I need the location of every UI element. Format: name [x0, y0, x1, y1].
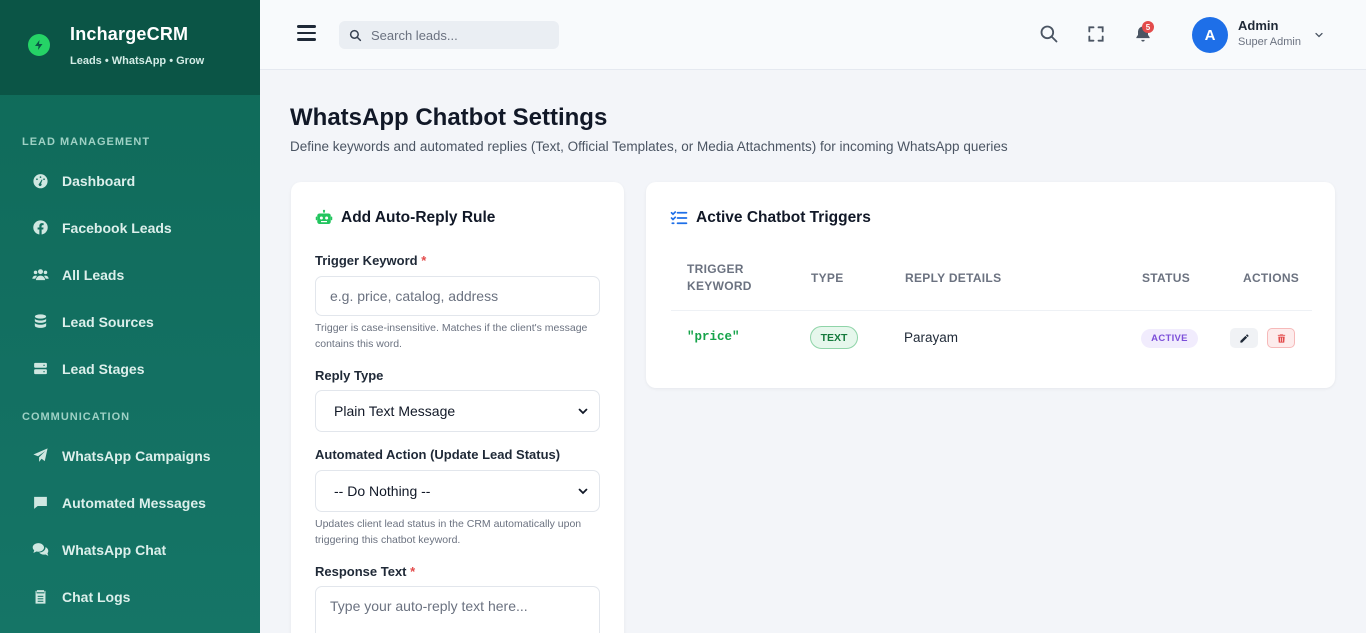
type-badge: TEXT	[810, 326, 858, 349]
required-mark: *	[421, 253, 427, 268]
user-name[interactable]: Admin	[1238, 18, 1278, 33]
reply-type-label: Reply Type	[315, 368, 384, 383]
column-header-status: STATUS	[1142, 271, 1191, 285]
sidebar-item-label: Dashboard	[62, 172, 136, 189]
chevron-down-icon[interactable]	[1313, 29, 1325, 41]
trash-icon	[1277, 333, 1285, 343]
notification-badge: 5	[1142, 21, 1154, 33]
fullscreen-icon[interactable]	[1086, 24, 1106, 44]
delete-button[interactable]	[1267, 328, 1295, 348]
add-rule-header: Add Auto-Reply Rule	[315, 209, 495, 227]
sidebar-item-facebook-leads[interactable]: Facebook Leads	[0, 204, 260, 251]
sidebar-item-label: WhatsApp Chat	[62, 541, 167, 558]
avatar[interactable]: A	[1192, 17, 1228, 53]
gauge-icon	[31, 172, 49, 190]
sidebar-item-chat-logs[interactable]: Chat Logs	[0, 573, 260, 620]
brand-header: InchargeCRM Leads • WhatsApp • Grow	[0, 0, 260, 95]
paper-plane-icon	[31, 447, 49, 465]
server-icon	[31, 360, 49, 378]
active-triggers-header: Active Chatbot Triggers	[670, 209, 871, 227]
clipboard-list-icon	[31, 588, 49, 606]
edit-button[interactable]	[1230, 328, 1258, 348]
sidebar-item-label: Lead Sources	[62, 313, 154, 330]
trigger-keyword-input[interactable]	[330, 288, 585, 304]
sidebar-item-whatsapp-chat[interactable]: WhatsApp Chat	[0, 526, 260, 573]
search-box[interactable]	[339, 21, 559, 49]
column-header-type: TYPE	[811, 271, 844, 285]
response-text-label-text: Response Text	[315, 564, 407, 579]
list-check-icon	[670, 211, 688, 225]
message-square-icon	[31, 494, 49, 512]
search-icon[interactable]	[1039, 24, 1059, 44]
brand-tagline: Leads • WhatsApp • Grow	[70, 55, 205, 67]
response-text-label: Response Text *	[315, 564, 415, 579]
sidebar-item-label: Lead Stages	[62, 360, 145, 377]
chevron-down-icon	[578, 408, 588, 415]
response-text-field[interactable]	[315, 586, 600, 633]
search-input[interactable]	[371, 27, 551, 43]
sidebar: InchargeCRM Leads • WhatsApp • Grow LEAD…	[0, 0, 260, 633]
required-mark: *	[410, 564, 416, 579]
add-rule-card: Add Auto-Reply Rule Trigger Keyword * Tr…	[291, 182, 624, 633]
column-header-reply-details: REPLY DETAILS	[905, 271, 1002, 285]
trigger-keyword-label: Trigger Keyword *	[315, 253, 426, 268]
automated-action-value: -- Do Nothing --	[334, 483, 431, 499]
search-icon	[349, 29, 362, 41]
database-icon	[31, 313, 49, 331]
chevron-down-icon	[578, 488, 588, 495]
brand-name[interactable]: InchargeCRM	[70, 24, 204, 45]
page-subtitle: Define keywords and automated replies (T…	[290, 139, 1008, 154]
notification-bell-icon[interactable]: 5	[1133, 21, 1154, 44]
sidebar-item-label: All Leads	[62, 266, 125, 283]
robot-icon	[315, 209, 333, 224]
response-text-input[interactable]	[330, 598, 585, 633]
column-header-trigger-keyword: TRIGGER KEYWORD	[687, 262, 752, 293]
reply-type-select[interactable]: Plain Text Message	[315, 390, 600, 432]
automated-action-select[interactable]: -- Do Nothing --	[315, 470, 600, 512]
pencil-icon	[1239, 333, 1249, 343]
sidebar-item-label: Facebook Leads	[62, 219, 172, 236]
active-triggers-card: Active Chatbot Triggers TRIGGER KEYWORD …	[646, 182, 1335, 388]
sidebar-item-automated-messages[interactable]: Automated Messages	[0, 479, 260, 526]
sidebar-item-label: Automated Messages	[62, 494, 206, 511]
menu-toggle-icon[interactable]	[297, 25, 316, 41]
top-bar: 5 A Admin Super Admin	[260, 0, 1366, 70]
action-hint: Updates client lead status in the CRM au…	[315, 518, 582, 546]
user-role: Super Admin	[1238, 36, 1301, 48]
sidebar-item-all-leads[interactable]: All Leads	[0, 251, 260, 298]
sidebar-item-dashboard[interactable]: Dashboard	[0, 157, 260, 204]
sidebar-item-label: Chat Logs	[62, 588, 131, 605]
section-label-lead-management: LEAD MANAGEMENT	[22, 136, 151, 148]
column-header-actions: ACTIONS	[1243, 271, 1300, 285]
reply-type-value: Plain Text Message	[334, 403, 456, 419]
sidebar-item-whatsapp-campaigns[interactable]: WhatsApp Campaigns	[0, 432, 260, 479]
add-rule-title: Add Auto-Reply Rule	[341, 209, 496, 226]
automated-action-label: Automated Action (Update Lead Status)	[315, 447, 561, 462]
page-title: WhatsApp Chatbot Settings	[290, 104, 608, 131]
trigger-keyword-field[interactable]	[315, 276, 600, 316]
facebook-icon	[31, 219, 49, 237]
status-badge: ACTIVE	[1141, 329, 1198, 348]
section-label-communication: COMMUNICATION	[22, 411, 131, 423]
reply-details-cell: Parayam	[904, 330, 959, 345]
bolt-icon	[28, 34, 50, 56]
comments-icon	[31, 541, 49, 559]
users-icon	[31, 266, 49, 284]
trigger-keyword-cell: "price"	[687, 330, 740, 344]
table-divider	[671, 310, 1312, 311]
trigger-hint: Trigger is case-insensitive. Matches if …	[315, 322, 588, 350]
trigger-keyword-label-text: Trigger Keyword	[315, 253, 418, 268]
sidebar-item-label: WhatsApp Campaigns	[62, 447, 211, 464]
sidebar-item-lead-sources[interactable]: Lead Sources	[0, 298, 260, 345]
active-triggers-title: Active Chatbot Triggers	[696, 209, 871, 226]
sidebar-item-lead-stages[interactable]: Lead Stages	[0, 345, 260, 392]
